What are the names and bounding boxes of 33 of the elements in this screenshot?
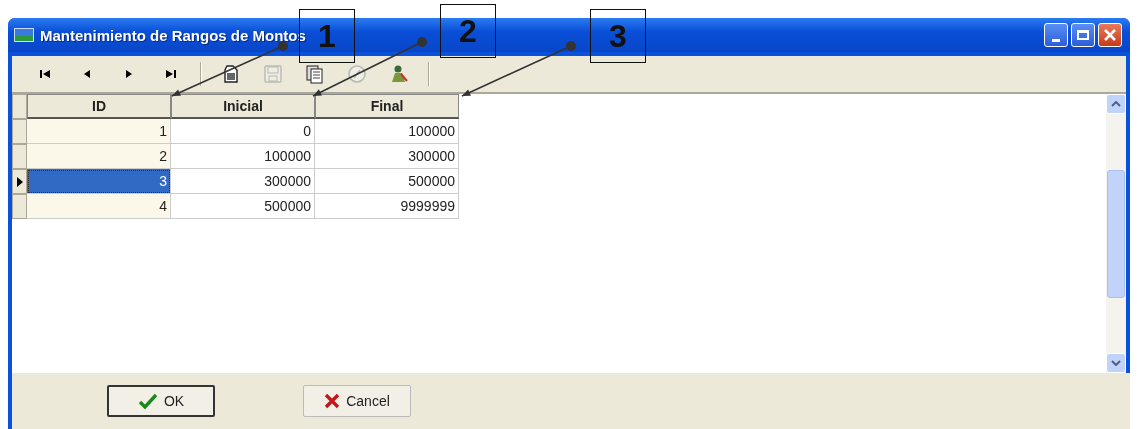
table-cell: 100000: [315, 119, 459, 144]
scroll-down-button[interactable]: [1106, 353, 1126, 373]
table-cell: 4: [27, 194, 171, 219]
caret-down-icon: [1111, 360, 1121, 366]
close-button[interactable]: [1098, 23, 1122, 47]
cancel-button[interactable]: Cancel: [303, 385, 411, 417]
table-cell: 1: [27, 119, 171, 144]
cross-icon: [324, 393, 341, 409]
scroll-thumb[interactable]: [1107, 169, 1125, 298]
row-indicator[interactable]: [12, 169, 27, 194]
scrollbar[interactable]: [1106, 94, 1126, 373]
check-icon: [137, 393, 158, 409]
table-cell: 0: [171, 119, 315, 144]
table-cell: 3: [27, 169, 171, 194]
table-cell: 500000: [171, 194, 315, 219]
scroll-up-button[interactable]: [1106, 94, 1126, 114]
column-header[interactable]: Inicial: [171, 94, 315, 119]
column-header[interactable]: ID: [27, 94, 171, 119]
callout-number: 2: [440, 4, 496, 58]
app-icon: [14, 28, 34, 42]
table-cell: 500000: [315, 169, 459, 194]
callout-number: 3: [590, 9, 646, 63]
column-header[interactable]: Final: [315, 94, 459, 119]
table-cell: 2: [27, 144, 171, 169]
table-cell: 300000: [315, 144, 459, 169]
table-cell: 100000: [171, 144, 315, 169]
caret-up-icon: [1111, 101, 1121, 107]
minimize-button[interactable]: [1044, 23, 1068, 47]
maximize-button[interactable]: [1071, 23, 1095, 47]
table-cell: 9999999: [315, 194, 459, 219]
ok-button[interactable]: OK: [107, 385, 215, 417]
close-icon: [1103, 28, 1117, 42]
table-cell: 300000: [171, 169, 315, 194]
